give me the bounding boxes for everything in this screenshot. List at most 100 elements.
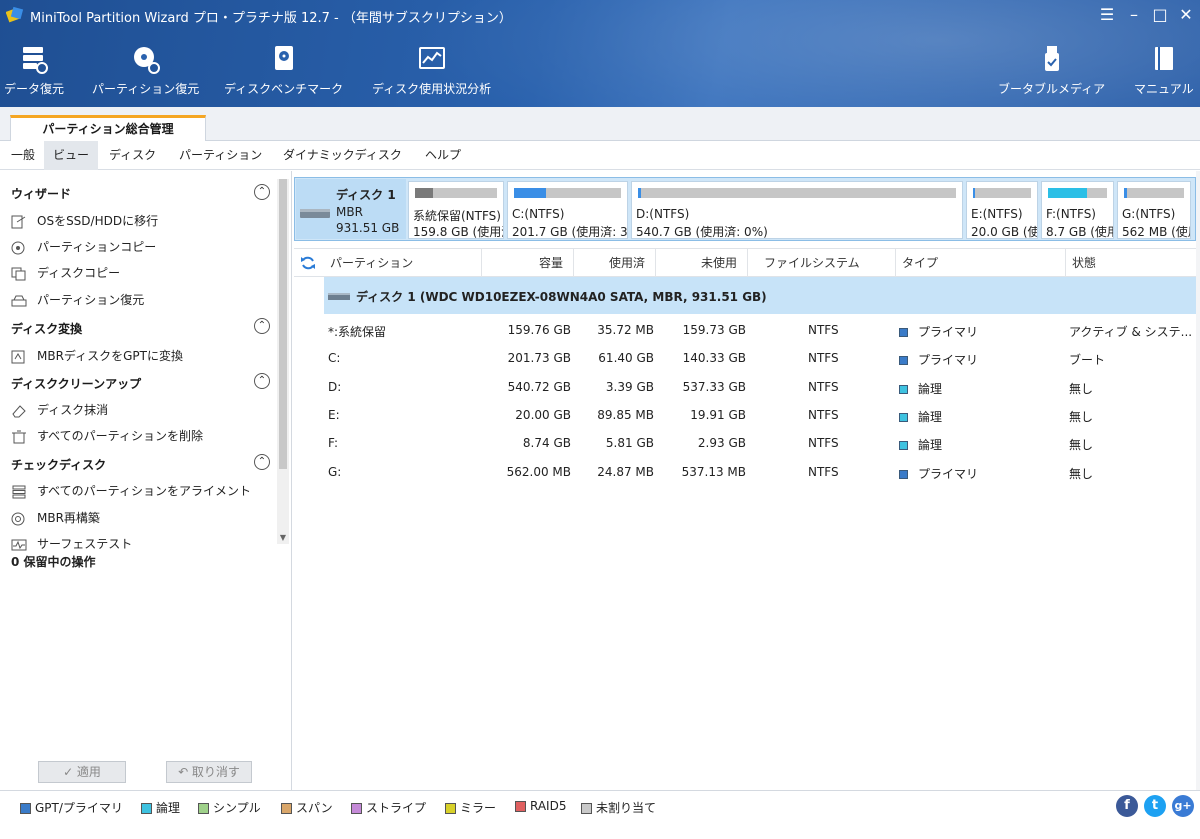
cell-used: 61.40 GB (598, 351, 654, 366)
rebuild-mbr-label: MBR再構築 (37, 511, 100, 525)
minimize-button[interactable]: – (1123, 4, 1145, 26)
twitter-icon[interactable]: t (1144, 795, 1166, 817)
rebuild-mbr-item[interactable]: MBR再構築 (11, 509, 100, 526)
bootable-media-button[interactable]: ブータブルメディア (998, 44, 1105, 97)
menu-partition[interactable]: パーティション (170, 141, 271, 170)
table-row[interactable]: C: 201.73 GB 61.40 GB 140.33 GB NTFS ブート プライマリ (324, 344, 1196, 372)
disk-card[interactable]: ディスク 1 MBR 931.51 GB (296, 179, 406, 239)
disk-row[interactable]: ディスク 1 (WDC WD10EZEX-08WN4A0 SATA, MBR, … (324, 277, 1196, 314)
menu-help[interactable]: ヘルプ (416, 141, 470, 170)
migrate-os-item[interactable]: OSをSSD/HDDに移行 (11, 212, 158, 229)
cell-unused: 537.13 MB (681, 464, 746, 479)
collapse-disk-convert-button[interactable]: ⌃ (254, 318, 270, 334)
cell-used: 35.72 MB (597, 323, 654, 337)
table-row[interactable]: D: 540.72 GB 3.39 GB 537.33 GB NTFS 無し 論理 (324, 373, 1196, 401)
maximize-button[interactable]: □ (1149, 4, 1171, 26)
menu-general[interactable]: 一般 (2, 141, 44, 170)
partition-block[interactable]: C:(NTFS) 201.7 GB (使用済: 30 (507, 181, 628, 239)
col-type[interactable]: タイプ (896, 249, 1066, 277)
surface-test-item[interactable]: サーフェステスト (11, 535, 132, 552)
bootable-media-label: ブータブルメディア (998, 82, 1106, 96)
copy-disk-item[interactable]: ディスクコピー (11, 264, 120, 281)
usage-bar-fill (638, 188, 641, 198)
apply-button[interactable]: ✓ 適用 (38, 761, 126, 783)
partition-block[interactable]: D:(NTFS) 540.7 GB (使用済: 0%) (631, 181, 963, 239)
table-row[interactable]: E: 20.00 GB 89.85 MB 19.91 GB NTFS 無し 論理 (324, 401, 1196, 429)
col-capacity[interactable]: 容量 (482, 249, 574, 277)
cell-capacity: 159.76 GB (507, 323, 571, 337)
disk-map[interactable]: ディスク 1 MBR 931.51 GB 系統保留(NTFS) 159.8 GB … (294, 177, 1196, 241)
copy-partition-item[interactable]: パーティションコピー (11, 238, 156, 255)
cell-type-label: プライマリ (918, 466, 979, 481)
col-filesystem[interactable]: ファイルシステム (748, 249, 896, 277)
partition-block-info: 20.0 GB (使用 (971, 225, 1037, 239)
collapse-wizard-button[interactable]: ⌃ (254, 184, 270, 200)
partition-recovery-button[interactable]: パーティション復元 (92, 44, 199, 97)
partition-block-name: D:(NTFS) (636, 207, 690, 221)
legend-label: スパン (296, 801, 333, 815)
mbr-to-gpt-label: MBRディスクをGPTに変換 (37, 349, 183, 363)
align-all-partitions-label: すべてのパーティションをアライメント (37, 484, 251, 498)
cell-type: 論理 (899, 408, 942, 425)
undo-button[interactable]: ↶ 取り消す (166, 761, 252, 783)
section-cleanup-title: ディスククリーンアップ (11, 377, 142, 391)
legend-swatch (581, 803, 592, 814)
legend-label: GPT/プライマリ (35, 801, 123, 815)
col-used[interactable]: 使用済 (574, 249, 656, 277)
wipe-disk-item[interactable]: ディスク抹消 (11, 401, 108, 418)
partition-block[interactable]: 系統保留(NTFS) 159.8 GB (使用済 (408, 181, 504, 239)
manual-button[interactable]: マニュアル (1134, 44, 1194, 97)
menu-disk[interactable]: ディスク (100, 141, 165, 170)
partition-block[interactable]: F:(NTFS) 8.7 GB (使用 (1041, 181, 1114, 239)
close-button[interactable]: ✕ (1175, 4, 1197, 26)
google-plus-icon[interactable]: g+ (1172, 795, 1194, 817)
disk-benchmark-button[interactable]: ディスクベンチマーク (224, 44, 343, 97)
cell-unused: 537.33 GB (682, 379, 746, 394)
surface-test-icon (11, 539, 27, 550)
col-unused[interactable]: 未使用 (656, 249, 748, 277)
data-recovery-button[interactable]: データ復元 (4, 44, 64, 97)
left-scrollbar[interactable]: ▼ (277, 179, 289, 544)
partition-block-name: C:(NTFS) (512, 207, 565, 221)
mbr-to-gpt-item[interactable]: MBRディスクをGPTに変換 (11, 347, 183, 364)
legend-item: 未割り当て (581, 799, 656, 816)
cell-used: 89.85 MB (597, 407, 654, 422)
menu-bar: 一般 ビュー ディスク パーティション ダイナミックディスク ヘルプ (0, 141, 1200, 170)
cell-status: 無し (1069, 409, 1094, 424)
col-partition[interactable]: パーティション (324, 249, 482, 277)
align-all-partitions-item[interactable]: すべてのパーティションをアライメント (11, 482, 251, 499)
facebook-icon[interactable]: f (1116, 795, 1138, 817)
legend-swatch (20, 803, 31, 814)
partition-recovery-item[interactable]: パーティション復元 (11, 291, 144, 308)
scroll-down-arrow-icon[interactable]: ▼ (277, 533, 289, 542)
disk-size: 931.51 GB (336, 221, 400, 235)
table-row[interactable]: F: 8.74 GB 5.81 GB 2.93 GB NTFS 無し 論理 (324, 429, 1196, 457)
usage-bar (1048, 188, 1107, 198)
table-row[interactable]: G: 562.00 MB 24.87 MB 537.13 MB NTFS 無し プライマリ (324, 458, 1196, 486)
app-title: MiniTool Partition Wizard プロ・プラチナ版 12.7 … (30, 11, 512, 26)
menu-view[interactable]: ビュー (44, 141, 99, 170)
collapse-cleanup-button[interactable]: ⌃ (254, 373, 270, 389)
usage-bar (638, 188, 956, 198)
collapse-check-disk-button[interactable]: ⌃ (254, 454, 270, 470)
left-scrollbar-thumb[interactable] (279, 179, 287, 469)
refresh-icon[interactable] (300, 255, 316, 271)
disk-usage-button[interactable]: ディスク使用状況分析 (372, 44, 491, 97)
usage-bar-fill (1048, 188, 1087, 198)
partition-recovery-item-label: パーティション復元 (37, 293, 145, 307)
partition-block[interactable]: G:(NTFS) 562 MB (使用 (1117, 181, 1191, 239)
col-status[interactable]: 状態 (1066, 249, 1196, 277)
partition-block[interactable]: E:(NTFS) 20.0 GB (使用 (966, 181, 1038, 239)
delete-all-partitions-item[interactable]: すべてのパーティションを削除 (11, 427, 203, 444)
menu-dynamic-disk[interactable]: ダイナミックディスク (274, 141, 411, 170)
menu-icon[interactable]: ☰ (1096, 4, 1118, 26)
usage-bar (514, 188, 621, 198)
tab-partition-management[interactable]: パーティション総合管理 (10, 115, 206, 142)
cell-partition: F: (328, 436, 339, 451)
cell-type: 論理 (899, 436, 942, 453)
table-row[interactable]: *:系統保留 159.76 GB 35.72 MB 159.73 GB NTFS アクティ… (324, 316, 1196, 344)
cell-unused: 2.93 GB (697, 436, 746, 451)
type-color-swatch (899, 384, 908, 394)
cell-status: 無し (1069, 381, 1094, 396)
usage-bar-fill (1124, 188, 1127, 198)
